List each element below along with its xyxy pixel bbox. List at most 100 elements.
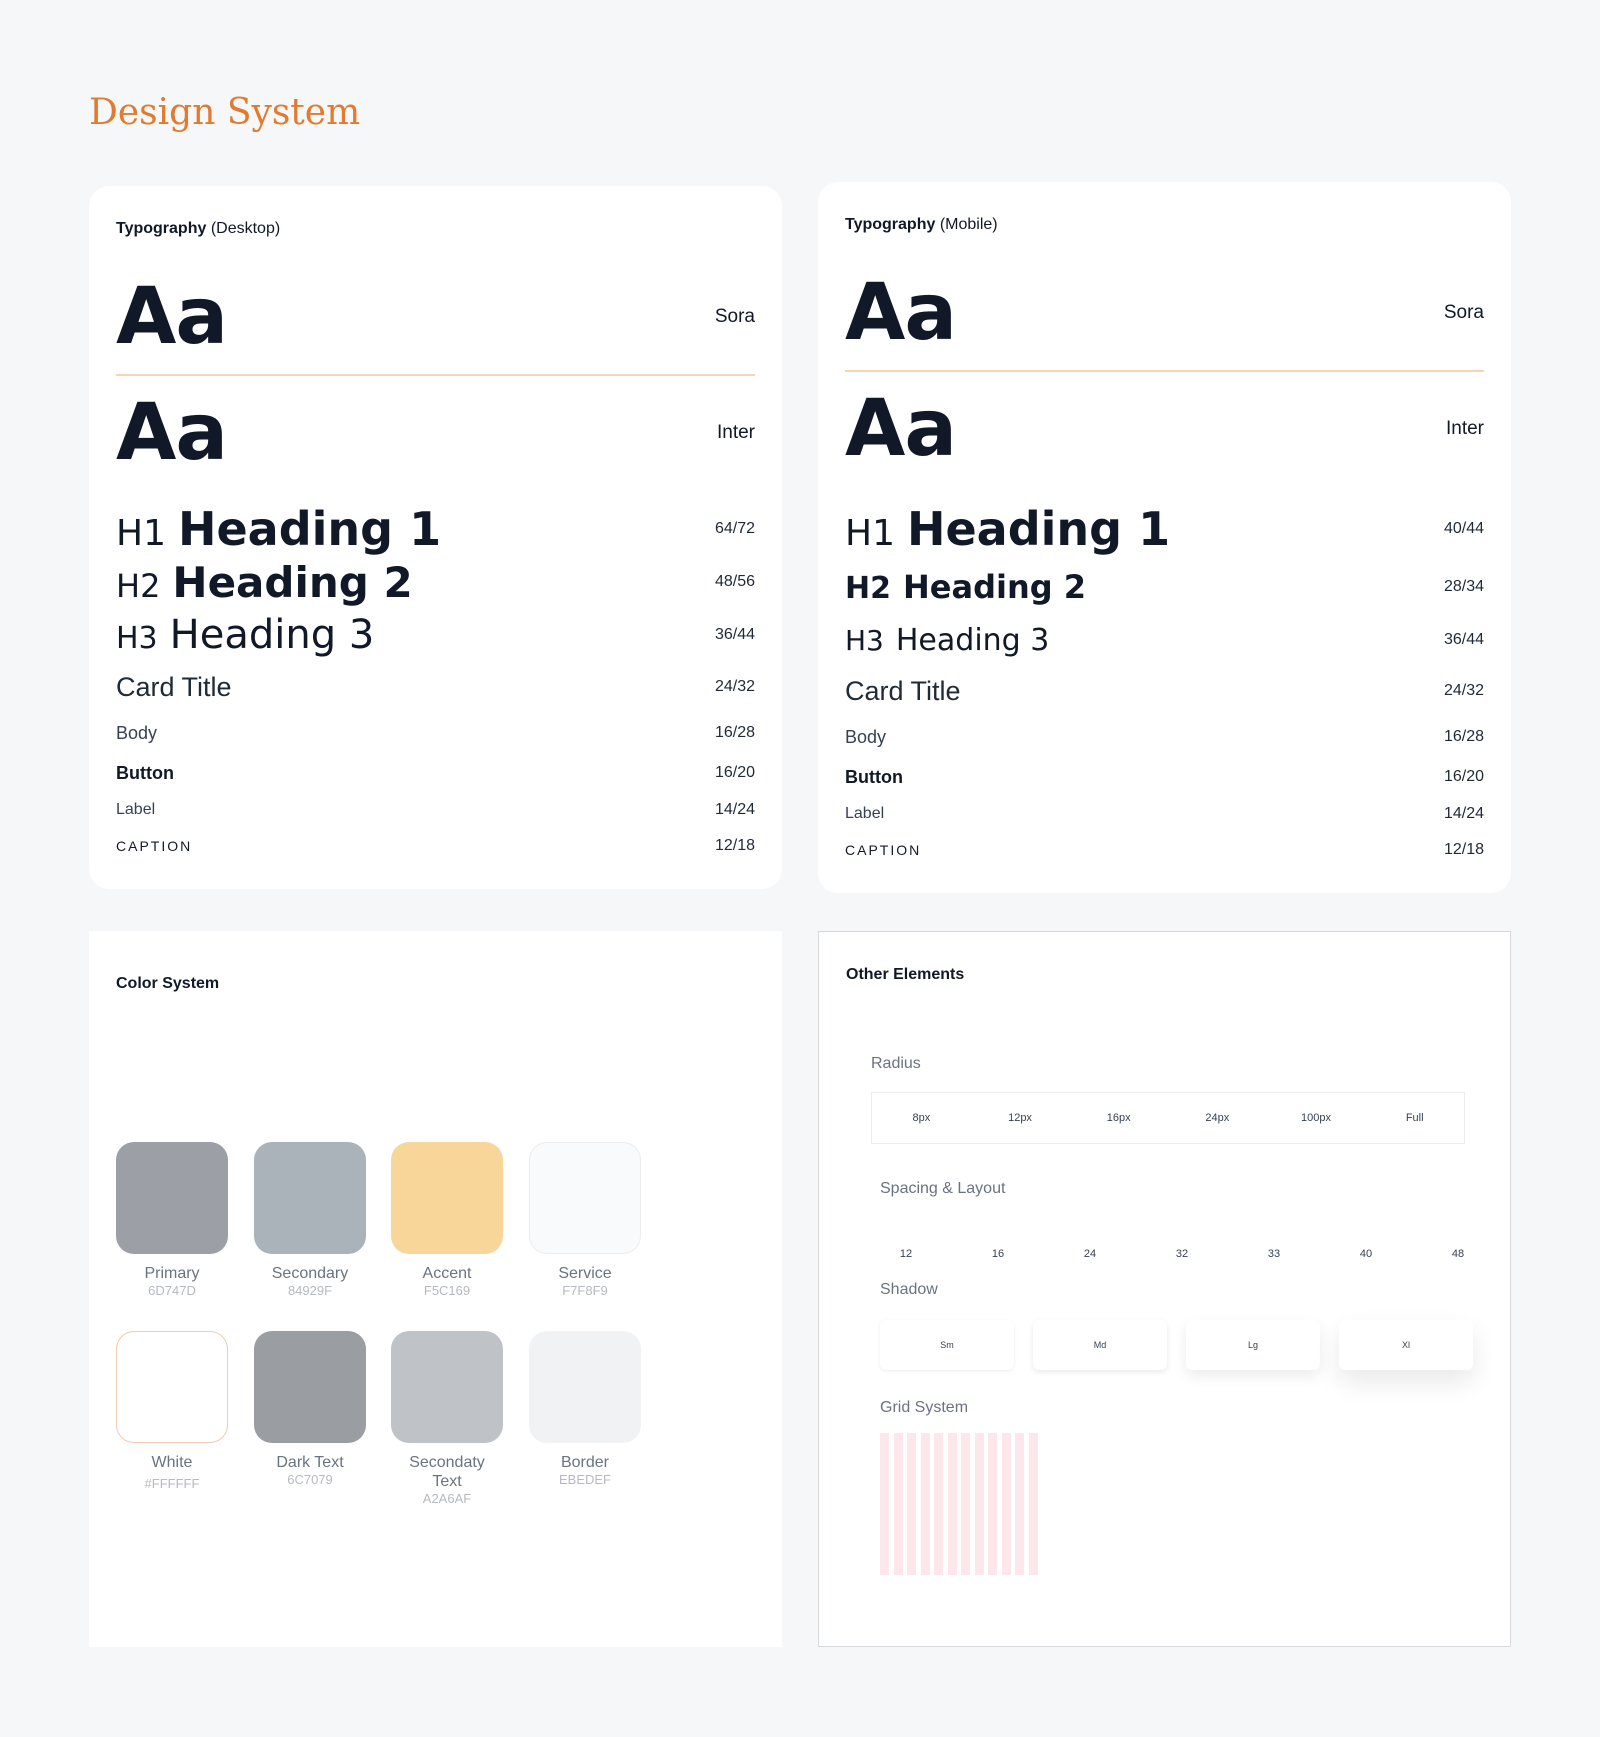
type-value: 40/44 [1443, 520, 1484, 537]
shadow-label: Shadow [880, 1281, 938, 1298]
shadow-sample-sm: Sm [880, 1320, 1014, 1370]
font-divider [116, 374, 755, 376]
swatch-name: Primary [144, 1265, 200, 1282]
type-row-body: Body 16/28 [845, 725, 1484, 749]
type-value: 36/44 [1443, 631, 1484, 648]
type-row-caption: CAPTION 12/18 [845, 840, 1484, 860]
other-elements-label: Other Elements [846, 966, 964, 984]
color-system-label: Color System [116, 975, 219, 993]
other-elements-card: Other Elements Radius 8px 12px 16px 24px… [818, 931, 1511, 1647]
type-value: 16/20 [714, 764, 755, 781]
swatch-color [391, 1142, 503, 1254]
swatch-color [116, 1142, 228, 1254]
type-tag: H2 [845, 571, 891, 606]
type-sample: CAPTION [116, 838, 193, 854]
grid-column [1001, 1433, 1011, 1575]
type-row-h3: H3 Heading 3 36/44 [116, 610, 755, 660]
radius-value: 12px [1008, 1112, 1032, 1124]
swatch-white: White #FFFFFF [116, 1331, 228, 1492]
type-row-card-title: Card Title 24/32 [116, 670, 755, 704]
swatch-accent: Accent F5C169 [391, 1142, 503, 1299]
type-value: 16/28 [714, 724, 755, 741]
swatch-name: Secondaty Text [409, 1454, 485, 1490]
radius-value: 100px [1301, 1112, 1332, 1124]
label-bold: Typography [845, 216, 936, 233]
type-sample: Heading 1 [906, 502, 1171, 556]
swatch-name: Border [560, 1454, 610, 1471]
font-name-sora: Sora [714, 306, 755, 327]
label-bold: Color System [116, 975, 220, 992]
type-sample: Label [116, 801, 156, 818]
swatch-name: Accent [422, 1265, 472, 1282]
font-sample-sora: Aa Sora [116, 276, 755, 358]
spacing-value: 24 [1083, 1248, 1097, 1260]
radius-value: Full [1405, 1112, 1424, 1124]
type-row-card-title: Card Title 24/32 [845, 674, 1484, 708]
shadow-sample-lg: Lg [1186, 1320, 1320, 1370]
spacing-label: Spacing & Layout [880, 1180, 1006, 1197]
radius-value: 24px [1205, 1112, 1230, 1124]
font-sample-aa: Aa [116, 272, 228, 362]
swatch-color [529, 1142, 641, 1254]
label-bold: Other Elements [846, 966, 965, 983]
spacing-value: 48 [1451, 1248, 1465, 1260]
type-row-label: Label 14/24 [845, 803, 1484, 825]
type-tag: H3 [845, 623, 884, 657]
radius-value: 16px [1106, 1112, 1131, 1124]
swatch-dark-text: Dark Text 6C7079 [254, 1331, 366, 1488]
type-sample: Heading 2 [902, 568, 1087, 606]
font-sample-inter: Aa Inter [116, 392, 755, 474]
type-row-h2: H2 Heading 2 28/34 [845, 566, 1484, 608]
type-sample: Body [116, 722, 158, 743]
swatch-name: White [151, 1454, 193, 1471]
type-value: 14/24 [1443, 805, 1484, 822]
grid-column [934, 1433, 943, 1575]
type-value: 28/34 [1443, 578, 1484, 595]
swatch-service: Service F7F8F9 [529, 1142, 641, 1299]
type-value: 16/20 [1443, 768, 1484, 785]
grid-column [961, 1433, 970, 1575]
type-tag: H2 [116, 566, 161, 605]
font-sample-aa: Aa [845, 268, 957, 358]
typography-desktop-label: Typography (Desktop) [116, 220, 280, 238]
grid-label: Grid System [880, 1399, 969, 1416]
swatch-color [254, 1142, 366, 1254]
grid-column [920, 1433, 930, 1575]
type-row-h1: H1 Heading 1 64/72 [116, 502, 755, 556]
type-value: 16/28 [1443, 728, 1484, 745]
swatch-hex: F5C169 [423, 1283, 471, 1298]
spacing-value: 33 [1267, 1248, 1281, 1260]
swatch-name: Secondary [271, 1265, 349, 1282]
grid-column [988, 1433, 997, 1575]
grid-column [947, 1433, 957, 1575]
swatch-secondary: Secondary 84929F [254, 1142, 366, 1299]
swatch-hex: 6C7079 [287, 1472, 333, 1487]
type-sample: Heading 2 [172, 557, 413, 607]
type-sample: Button [116, 762, 174, 783]
type-value: 24/32 [1443, 682, 1484, 699]
type-tag: H3 [116, 621, 158, 656]
type-sample: Heading 3 [895, 622, 1050, 658]
type-row-body: Body 16/28 [116, 721, 755, 745]
font-name-inter: Inter [1445, 418, 1484, 439]
type-value: 12/18 [1443, 841, 1484, 858]
swatch-hex: F7F8F9 [562, 1283, 608, 1298]
font-divider [845, 370, 1484, 372]
spacing-row: 12 16 24 32 33 40 48 [881, 1248, 1483, 1260]
type-tag: H1 [116, 513, 166, 554]
type-row-label: Label 14/24 [116, 799, 755, 821]
type-row-h1: H1 Heading 1 40/44 [845, 502, 1484, 556]
radius-label: Radius [871, 1055, 921, 1072]
label-rest: (Desktop) [210, 220, 281, 237]
swatch-secondary-text: Secondaty Text A2A6AF [391, 1331, 503, 1507]
swatch-hex: EBEDEF [558, 1472, 611, 1487]
swatch-name: Service [558, 1265, 612, 1282]
type-sample: Button [845, 766, 903, 787]
swatch-color [391, 1331, 503, 1443]
font-sample-sora: Aa Sora [845, 272, 1484, 354]
swatch-color [529, 1331, 641, 1443]
typography-mobile-card: Typography (Mobile) Aa Sora Aa Inter H1 H… [818, 182, 1511, 893]
swatch-hex: 84929F [287, 1283, 333, 1298]
type-value: 14/24 [714, 801, 755, 818]
type-sample: Heading 1 [177, 502, 442, 556]
